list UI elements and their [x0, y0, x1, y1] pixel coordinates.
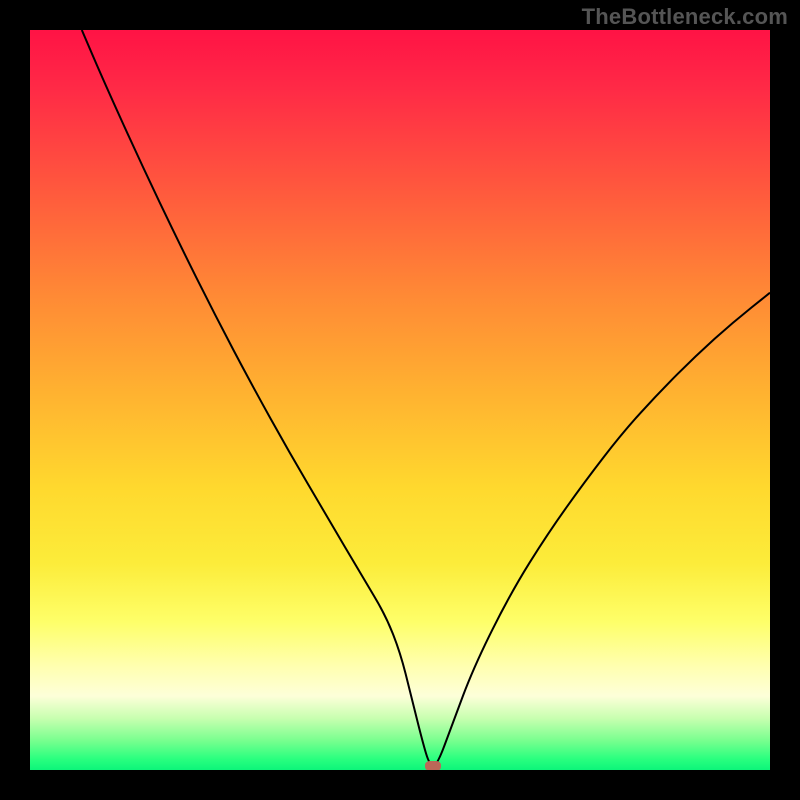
curve-layer [30, 30, 770, 770]
chart-frame: TheBottleneck.com [0, 0, 800, 800]
plot-area [30, 30, 770, 770]
optimum-marker [425, 761, 441, 770]
bottleneck-curve [82, 30, 770, 766]
watermark-text: TheBottleneck.com [582, 4, 788, 30]
